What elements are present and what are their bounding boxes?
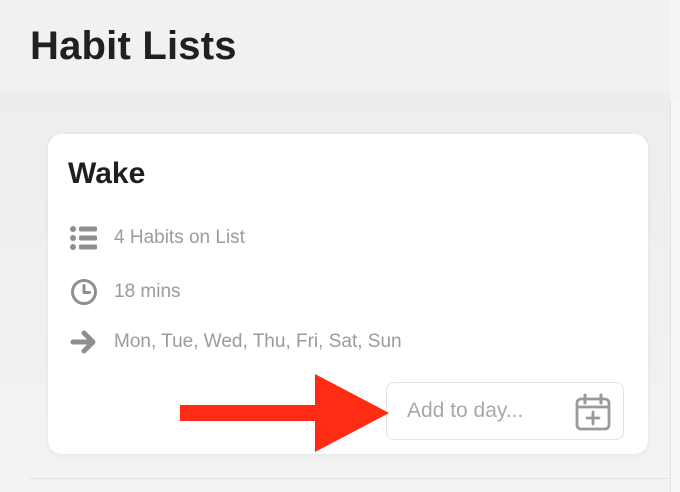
divider — [30, 478, 670, 479]
arrow-right-icon — [68, 326, 100, 358]
habits-count-row: 4 Habits on List — [68, 222, 245, 254]
clock-icon — [68, 276, 100, 308]
duration-label: 18 mins — [114, 281, 181, 302]
add-to-day-select[interactable]: Add to day... — [386, 382, 624, 440]
days-label: Mon, Tue, Wed, Thu, Fri, Sat, Sun — [114, 331, 402, 352]
habit-list-title: Wake — [68, 157, 146, 190]
list-icon — [68, 222, 100, 254]
calendar-plus-icon — [573, 393, 613, 433]
add-to-day-placeholder: Add to day... — [407, 399, 524, 422]
duration-row: 18 mins — [68, 276, 181, 308]
habits-count-label: 4 Habits on List — [114, 227, 245, 248]
red-arrow-icon — [175, 374, 395, 452]
page-title: Habit Lists — [30, 24, 237, 68]
days-row: Mon, Tue, Wed, Thu, Fri, Sat, Sun — [68, 326, 402, 358]
scrollbar-track[interactable] — [670, 100, 680, 492]
